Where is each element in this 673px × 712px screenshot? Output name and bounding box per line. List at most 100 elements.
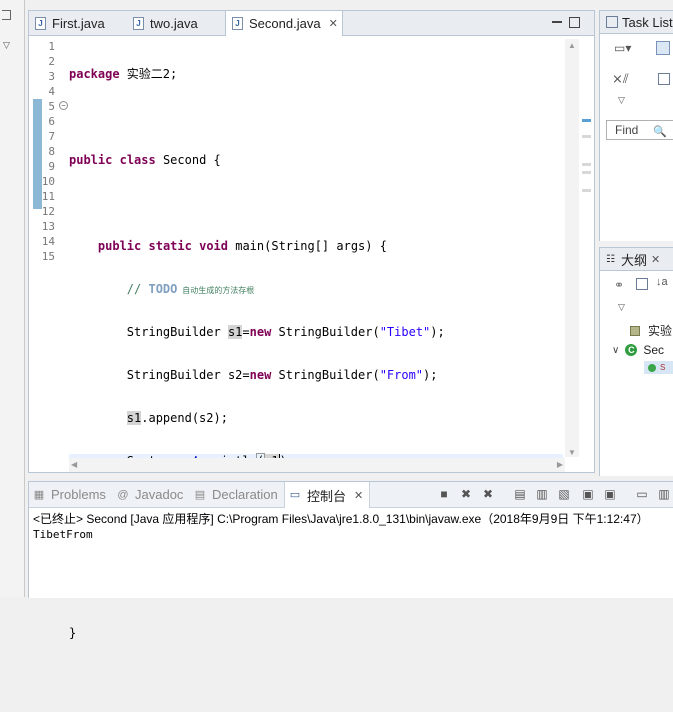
minimize-icon[interactable] <box>552 21 562 23</box>
fold-toggle-icon[interactable]: − <box>59 101 68 110</box>
editor-pane: J First.java J two.java J Second.java ✕ … <box>28 10 595 640</box>
collapse-icon[interactable] <box>658 73 670 85</box>
task-list-panel: Task List ▭▾ ⨯⫽ ▽ Find 🔍 <box>599 10 673 241</box>
remove-launch-icon[interactable]: ✖ <box>459 487 473 501</box>
console-status: <已终止> Second [Java 应用程序] C:\Program File… <box>33 512 649 526</box>
line-number: 12 <box>41 205 55 218</box>
chevron-down-icon[interactable]: ▽ <box>3 40 10 51</box>
overview-marker[interactable] <box>582 189 591 192</box>
problems-icon: ▦ <box>33 488 45 501</box>
find-input[interactable]: Find 🔍 <box>606 120 673 140</box>
overview-marker[interactable] <box>582 119 591 122</box>
scroll-right-icon[interactable]: ▶ <box>557 460 563 469</box>
tab-label: Declaration <box>212 487 278 502</box>
tab-problems[interactable]: ▦ Problems <box>33 482 106 507</box>
new-task-icon[interactable]: ▭▾ <box>614 41 631 55</box>
overview-marker[interactable] <box>582 171 591 174</box>
tab-two-java[interactable]: J two.java <box>127 11 225 35</box>
view-menu-icon[interactable]: ▽ <box>618 95 625 106</box>
pin-console-icon[interactable]: ▣ <box>581 487 595 501</box>
overview-ruler[interactable] <box>580 39 594 457</box>
overview-marker[interactable] <box>582 135 591 138</box>
line-number: 3 <box>48 70 55 83</box>
close-icon[interactable]: ✕ <box>329 17 338 30</box>
line-number: 2 <box>48 55 55 68</box>
vertical-scrollbar[interactable]: ▲ ▼ <box>565 39 579 457</box>
sort-icon[interactable]: ↓a <box>656 276 668 288</box>
line-number: 15 <box>41 250 55 263</box>
static-badge: S <box>660 363 666 372</box>
remove-all-launches-icon[interactable]: ✖ <box>481 487 495 501</box>
tab-declaration[interactable]: ▤ Declaration <box>194 482 278 507</box>
java-file-icon: J <box>232 17 243 30</box>
outline-item-label: Sec <box>643 343 665 357</box>
tab-label: 控制台 <box>307 488 347 504</box>
overview-marker[interactable] <box>582 163 591 166</box>
display-console-icon[interactable]: ▣ <box>603 487 617 501</box>
line-number: 9 <box>48 160 55 173</box>
console-tab-bar: ▦ Problems @ Javadoc ▤ Declaration ▭ 控制台… <box>29 482 673 508</box>
tab-javadoc[interactable]: @ Javadoc <box>117 482 183 507</box>
hide-fields-icon[interactable]: ⚭ <box>614 278 624 292</box>
clear-console-icon[interactable]: ▤ <box>513 487 527 501</box>
horizontal-scrollbar[interactable]: ◀ ▶ <box>69 458 565 472</box>
tab-console[interactable]: ▭ 控制台 ✕ <box>284 482 371 508</box>
left-panel-strip: ▽ <box>0 0 25 597</box>
open-console-icon[interactable]: ▭ <box>635 487 649 501</box>
terminate-icon[interactable]: ■ <box>437 487 451 501</box>
line-number: 1 <box>48 40 55 53</box>
line-number: 6 <box>48 115 55 128</box>
view-menu-icon[interactable]: ▽ <box>618 302 625 313</box>
scroll-left-icon[interactable]: ◀ <box>71 460 77 469</box>
code-line: // TODO 自动生成的方法存根 <box>126 282 255 296</box>
tab-second-java[interactable]: J Second.java ✕ <box>225 11 343 36</box>
scroll-down-icon[interactable]: ▼ <box>568 448 576 457</box>
outline-panel: ☷ 大纲 ✕ ⚭ ↓a ▽ 实验 ∨ C Sec S <box>599 247 673 476</box>
line-number: 4 <box>48 85 55 98</box>
editor-tab-bar: J First.java J two.java J Second.java ✕ <box>29 11 594 36</box>
scroll-up-icon[interactable]: ▲ <box>568 41 576 50</box>
close-icon[interactable]: ✕ <box>651 253 660 266</box>
collapse-all-icon[interactable] <box>636 278 648 290</box>
outline-item-class[interactable]: ∨ C Sec <box>612 343 664 357</box>
restore-icon[interactable] <box>2 10 11 20</box>
console-menu-icon[interactable]: ▥ <box>657 487 671 501</box>
search-icon[interactable]: 🔍 <box>653 123 667 141</box>
outline-item-method[interactable]: S <box>644 361 673 374</box>
tab-label: First.java <box>52 15 105 31</box>
tab-first-java[interactable]: J First.java <box>29 11 127 35</box>
task-list-tab[interactable]: Task List <box>600 11 673 34</box>
find-placeholder: Find <box>615 123 639 137</box>
line-number: 11 <box>41 190 55 203</box>
tab-label: two.java <box>150 15 198 31</box>
console-output[interactable]: TibetFrom <box>33 528 93 541</box>
outline-tab[interactable]: ☷ 大纲 ✕ <box>600 248 673 271</box>
at-icon: @ <box>117 488 129 501</box>
code-line: StringBuilder s2=new StringBuilder("From… <box>126 368 438 382</box>
code-area[interactable]: package 实验二2; public class Second { publ… <box>69 39 563 712</box>
outline-item-label: 实验 <box>648 324 673 338</box>
code-line: package 实验二2; <box>69 67 178 81</box>
code-line: StringBuilder s1=new StringBuilder("Tibe… <box>126 325 445 339</box>
word-wrap-icon[interactable]: ▧ <box>557 487 571 501</box>
method-icon <box>648 363 656 372</box>
outline-icon: ☷ <box>606 253 615 265</box>
tab-label: Problems <box>51 487 106 502</box>
class-icon: C <box>625 344 638 356</box>
outline-item-package[interactable]: 实验 <box>630 322 672 339</box>
console-icon: ▭ <box>289 489 301 501</box>
java-file-icon: J <box>133 16 144 30</box>
task-list-icon <box>606 16 618 28</box>
line-number: 13 <box>41 220 55 233</box>
scroll-lock-icon[interactable]: ▥ <box>535 487 549 501</box>
close-icon[interactable]: ✕ <box>354 489 363 502</box>
maximize-icon[interactable] <box>569 17 580 28</box>
chevron-down-icon[interactable]: ∨ <box>612 345 619 356</box>
package-icon <box>630 325 640 336</box>
console-panel: ▦ Problems @ Javadoc ▤ Declaration ▭ 控制台… <box>28 481 673 598</box>
categorize-icon[interactable] <box>656 41 670 55</box>
line-number: 8 <box>48 145 55 158</box>
filter-icon[interactable]: ⨯⫽ <box>612 71 629 87</box>
